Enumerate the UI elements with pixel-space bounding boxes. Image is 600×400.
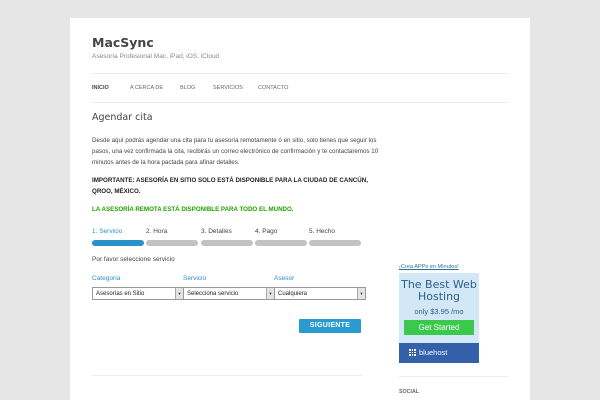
step-progress-bar <box>201 240 253 246</box>
ad-brand-name: bluehost <box>419 348 448 357</box>
step-servicio: 1. Servicio <box>92 227 144 246</box>
sidebar-divider <box>399 376 508 377</box>
chevron-down-icon: ▼ <box>175 288 183 299</box>
content-divider <box>92 375 362 376</box>
ad-link-crea-apps[interactable]: ¡Crea APPs en Minutos! <box>399 264 459 270</box>
step-label: 5. Hecho <box>309 228 336 235</box>
intro-paragraph: Desde aquí podrás agendar una cita para … <box>92 137 379 166</box>
step-hecho: 5. Hecho <box>309 227 361 246</box>
nav-item-contacto[interactable]: CONTACTO <box>258 85 288 91</box>
service-select-value: Selecciona servicio <box>187 291 239 297</box>
page-title: Agendar cita <box>92 112 153 123</box>
service-select[interactable]: Selecciona servicio ▼ <box>183 287 275 300</box>
step-label: 3. Detalles <box>201 228 232 235</box>
chevron-down-icon: ▼ <box>357 288 365 299</box>
nav-item-a-cerca-de[interactable]: A CERCA DE <box>130 85 163 91</box>
next-button[interactable]: SIGUIENTE <box>299 319 361 333</box>
nav-item-servicios[interactable]: SERVICIOS <box>213 85 243 91</box>
important-notice: IMPORTANTE: ASESORÍA EN SITIO SOLO ESTÁ … <box>92 177 368 195</box>
booking-steps: 1. Servicio 2. Hora 3. Detalles 4. Pago … <box>92 227 362 247</box>
category-select-value: Asesorías en Sitio <box>96 291 145 297</box>
remote-notice: LA ASESORÍA REMOTA ESTÁ DISPONIBLE PARA … <box>92 206 294 213</box>
step-label: 1. Servicio <box>92 228 123 235</box>
ad-get-started-button[interactable]: Get Started <box>404 320 474 335</box>
bluehost-logo-icon <box>409 349 416 356</box>
step-progress-bar <box>146 240 198 246</box>
advisor-select[interactable]: Cualquiera ▼ <box>274 287 366 300</box>
step-label: 4. Pago <box>255 228 278 235</box>
step-pago: 4. Pago <box>255 227 307 246</box>
page-container: MacSync Asesoría Profesional Mac, iPad, … <box>70 18 530 400</box>
advisor-label: Asesor <box>274 275 295 282</box>
ad-title: The Best Web Hosting <box>401 278 477 303</box>
category-label: Categoría <box>92 275 121 282</box>
hosting-ad-banner[interactable]: The Best Web Hosting only $3.95 /mo Get … <box>399 273 479 363</box>
step-hora: 2. Hora <box>146 227 198 246</box>
step-label: 2. Hora <box>146 228 168 235</box>
step-progress-bar <box>255 240 307 246</box>
advisor-select-value: Cualquiera <box>278 291 308 297</box>
site-description: Asesoría Profesional Mac, iPad, iOS, iCl… <box>92 53 220 60</box>
category-select[interactable]: Asesorías en Sitio ▼ <box>92 287 184 300</box>
chevron-down-icon: ▼ <box>266 288 274 299</box>
service-label: Servicio <box>183 275 207 282</box>
social-widget-title: SOCIAL <box>399 389 420 395</box>
nav-item-blog[interactable]: BLOG <box>180 85 195 91</box>
ad-price: only $3.95 /mo <box>414 307 464 316</box>
step-progress-bar <box>92 240 144 246</box>
select-service-prompt: Por favor seleccione servicio <box>92 256 175 263</box>
main-navigation: INICIO A CERCA DE BLOG SERVICIOS CONTACT… <box>92 73 508 103</box>
nav-item-inicio[interactable]: INICIO <box>92 85 109 91</box>
step-detalles: 3. Detalles <box>201 227 253 246</box>
site-title[interactable]: MacSync <box>92 35 154 50</box>
ad-brand-bar: bluehost <box>399 343 479 363</box>
step-progress-bar <box>309 240 361 246</box>
